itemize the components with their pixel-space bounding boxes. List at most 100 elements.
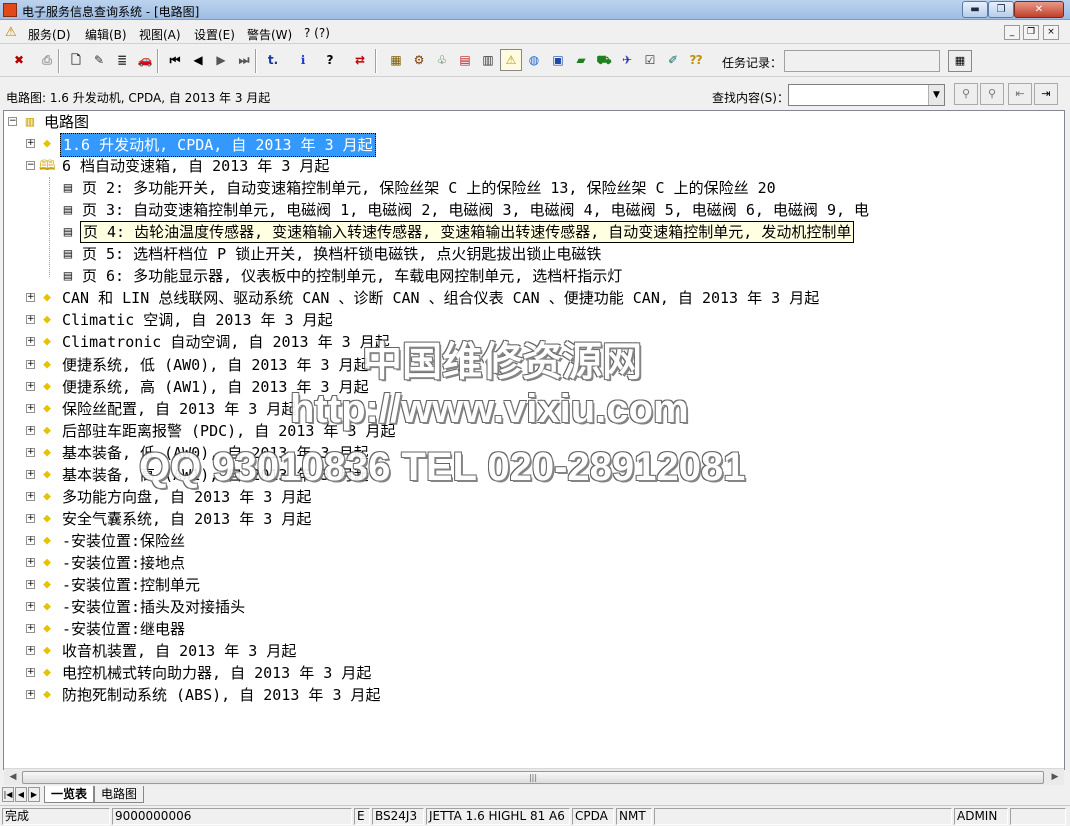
menu-help[interactable]: ? (?) <box>304 26 330 40</box>
question-book-icon[interactable]: ⁇ <box>685 49 707 71</box>
scroll-right-icon[interactable]: ▶ <box>1047 770 1063 785</box>
toolbar-separator <box>157 49 159 73</box>
diagnose-icon[interactable]: ✈ <box>616 49 638 71</box>
horizontal-scrollbar[interactable]: ◀ ||| ▶ <box>4 768 1064 785</box>
parts-icon[interactable]: ⚙ <box>408 49 430 71</box>
collapse-icon[interactable]: − <box>26 161 35 171</box>
prev-icon[interactable]: ◀ <box>187 49 209 71</box>
expand-icon[interactable]: + <box>26 315 35 325</box>
menu-edit[interactable]: 编辑(B) <box>85 26 127 43</box>
collapse-icon[interactable]: − <box>8 117 17 126</box>
mdi-minimize-button[interactable]: _ <box>1004 25 1020 40</box>
last-icon[interactable]: ⏭ <box>233 49 255 71</box>
expand-icon[interactable]: + <box>26 447 35 457</box>
minimize-button[interactable]: ▬ <box>962 1 988 18</box>
pen-book-icon[interactable]: ✐ <box>662 49 684 71</box>
expand-icon[interactable]: + <box>26 425 35 435</box>
doc-list-icon[interactable]: ≣ <box>111 49 133 71</box>
save-icon[interactable]: ▣ <box>547 49 569 71</box>
mdi-close-button[interactable]: × <box>1043 25 1059 40</box>
help-icon[interactable]: ? <box>319 49 341 71</box>
expand-icon[interactable]: + <box>26 690 35 700</box>
tree-item-label: Climatic 空调, 自 2013 年 3 月起 <box>62 311 333 330</box>
find-prev-button[interactable]: ⚲ <box>954 83 978 105</box>
title-bar[interactable]: 电子服务信息查询系统 - [电路图] ▬ ❐ ✕ <box>0 0 1070 20</box>
close-button[interactable]: ✕ <box>1014 1 1064 18</box>
tab-prev-icon[interactable]: ◀ <box>15 787 27 802</box>
expand-icon[interactable]: + <box>26 557 35 567</box>
expand-icon[interactable]: + <box>26 491 35 501</box>
find-input[interactable]: ▼ <box>788 84 945 106</box>
expand-icon[interactable]: + <box>26 646 35 656</box>
manual-icon[interactable]: ▤ <box>454 49 476 71</box>
expand-icon[interactable]: + <box>26 293 35 303</box>
print-icon[interactable]: ⎙ <box>36 49 58 71</box>
tab-first-icon[interactable]: |◀ <box>2 787 14 802</box>
tree-item-label: -安装位置:接地点 <box>62 553 186 572</box>
expand-icon[interactable]: + <box>26 624 35 634</box>
tab-next-icon[interactable]: ▶ <box>28 787 40 802</box>
status-flag: E <box>354 808 370 825</box>
expand-icon[interactable]: + <box>26 337 35 347</box>
tree-root-label: 电路图 <box>44 113 90 131</box>
scroll-left-icon[interactable]: ◀ <box>5 770 21 785</box>
expand-icon[interactable]: + <box>26 602 35 612</box>
tree-item-label: 后部驻车距离报警 (PDC), 自 2013 年 3 月起 <box>62 421 396 440</box>
first-icon[interactable]: ⏮ <box>164 49 186 71</box>
find-next-button[interactable]: ⚲ <box>980 83 1004 105</box>
next-icon[interactable]: ▶ <box>210 49 232 71</box>
expand-icon[interactable]: + <box>26 535 35 545</box>
swap-icon[interactable]: ⇄ <box>349 49 371 71</box>
book-icon: ◆ <box>43 422 51 438</box>
vehicle-icon[interactable]: ⛟ <box>593 49 615 71</box>
new-doc-icon[interactable]: 🗋 <box>65 49 87 71</box>
expand-icon[interactable]: + <box>26 403 35 413</box>
tree-connector <box>49 177 50 278</box>
expand-icon[interactable]: + <box>26 381 35 391</box>
expand-icon[interactable]: + <box>26 668 35 678</box>
car-icon[interactable]: 🚗 <box>134 49 156 71</box>
menu-view[interactable]: 视图(A) <box>139 26 181 43</box>
menu-settings[interactable]: 设置(E) <box>194 26 235 43</box>
book-icon: ◆ <box>43 554 51 570</box>
expand-button[interactable]: ⇥ <box>1034 83 1058 105</box>
page-icon: ▤ <box>63 246 73 263</box>
checklist-icon[interactable]: ☑ <box>639 49 661 71</box>
book-icon: ◆ <box>43 444 51 460</box>
tab-overview[interactable]: 一览表 <box>44 786 95 803</box>
expand-icon[interactable]: + <box>26 513 35 523</box>
expand-icon[interactable]: + <box>26 359 35 369</box>
expand-icon[interactable]: + <box>26 469 35 479</box>
green-book-icon[interactable]: ▰ <box>570 49 592 71</box>
menu-warning[interactable]: 警告(W) <box>247 26 292 43</box>
book-icon: ◆ <box>43 532 51 548</box>
scroll-thumb[interactable]: ||| <box>22 771 1044 784</box>
warning-icon[interactable]: ⚠ <box>500 49 522 71</box>
globe-icon[interactable]: ◍ <box>523 49 545 71</box>
info-icon[interactable]: ℹ <box>292 49 314 71</box>
chevron-down-icon[interactable]: ▼ <box>928 85 944 105</box>
expand-icon[interactable]: + <box>26 139 35 148</box>
tab-bar: |◀ ◀ ▶ 一览表 电路图 <box>0 786 1070 804</box>
task-record-button[interactable]: ▦ <box>948 50 972 72</box>
tree-icon[interactable]: ♧ <box>431 49 453 71</box>
tab-circuit[interactable]: 电路图 <box>94 786 145 803</box>
book-icon: ◆ <box>43 577 51 592</box>
jump-icon[interactable]: t. <box>262 49 284 71</box>
maximize-button[interactable]: ❐ <box>988 1 1014 18</box>
mdi-restore-button[interactable]: ❐ <box>1023 25 1039 40</box>
text-icon[interactable]: ▥ <box>477 49 499 71</box>
status-code: BS24J3 <box>372 808 424 825</box>
expand-icon[interactable]: + <box>26 580 35 589</box>
edit-doc-icon[interactable]: ✎ <box>88 49 110 71</box>
clear-icon[interactable]: ✖ <box>8 49 30 71</box>
task-record-field[interactable] <box>784 50 940 72</box>
book-icon: ◆ <box>43 643 51 659</box>
tree-item-label: -安装位置:保险丝 <box>62 531 186 550</box>
circuit-tree[interactable]: − ▥ 电路图 + ◆ 1.6 升发动机, CPDA, 自 2013 年 3 月起 −… <box>3 110 1065 770</box>
tree-item-label: 保险丝配置, 自 2013 年 3 月起 <box>62 399 297 418</box>
menu-service[interactable]: 服务(D) <box>28 26 71 43</box>
tree-item-label: -安装位置:控制单元 <box>62 576 201 594</box>
collapse-button[interactable]: ⇤ <box>1008 83 1032 105</box>
module-icon[interactable]: ▦ <box>385 49 407 71</box>
